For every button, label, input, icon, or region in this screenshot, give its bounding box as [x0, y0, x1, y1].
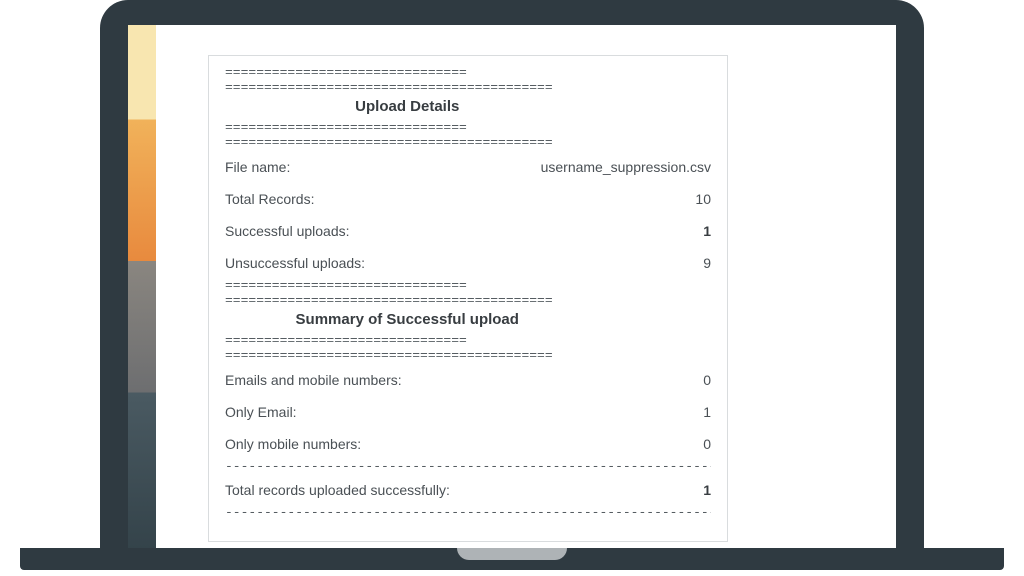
laptop-notch: [457, 548, 567, 560]
section-title-summary: Summary of Successful upload: [225, 309, 590, 334]
label: Only Email:: [225, 404, 703, 420]
label: Emails and mobile numbers:: [225, 372, 703, 388]
desktop-wallpaper: [128, 25, 156, 550]
divider: ========================================…: [225, 349, 590, 364]
divider: ========================================…: [225, 136, 590, 151]
laptop-frame: =============================== ========…: [100, 0, 924, 550]
divider: ========================================…: [225, 294, 590, 309]
value: username_suppression.csv: [541, 159, 711, 175]
divider-dotted: ----------------------------------------…: [225, 506, 711, 521]
divider: ===============================: [225, 66, 507, 81]
divider-dotted: ----------------------------------------…: [225, 460, 711, 475]
divider: ===============================: [225, 279, 507, 294]
label: Only mobile numbers:: [225, 436, 703, 452]
row-total-records: Total Records: 10: [225, 183, 711, 215]
row-only-mobile: Only mobile numbers: 0: [225, 428, 711, 460]
value: 0: [703, 372, 711, 388]
row-emails-and-mobile: Emails and mobile numbers: 0: [225, 364, 711, 396]
value: 1: [703, 223, 711, 239]
row-unsuccessful-uploads: Unsuccessful uploads: 9: [225, 247, 711, 279]
divider: ===============================: [225, 121, 507, 136]
value: 0: [703, 436, 711, 452]
value: 1: [703, 482, 711, 498]
upload-report-panel: =============================== ========…: [208, 55, 728, 542]
divider: ===============================: [225, 334, 507, 349]
row-only-email: Only Email: 1: [225, 396, 711, 428]
row-successful-uploads: Successful uploads: 1: [225, 215, 711, 247]
value: 10: [695, 191, 711, 207]
divider: ========================================…: [225, 81, 590, 96]
screen: =============================== ========…: [128, 25, 896, 550]
section-title-upload-details: Upload Details: [225, 96, 590, 121]
value: 9: [703, 255, 711, 271]
row-file-name: File name: username_suppression.csv: [225, 151, 711, 183]
label: Total records uploaded successfully:: [225, 482, 703, 498]
label: Unsuccessful uploads:: [225, 255, 703, 271]
label: File name:: [225, 159, 541, 175]
label: Successful uploads:: [225, 223, 703, 239]
label: Total Records:: [225, 191, 695, 207]
row-total-uploaded: Total records uploaded successfully: 1: [225, 474, 711, 506]
value: 1: [703, 404, 711, 420]
